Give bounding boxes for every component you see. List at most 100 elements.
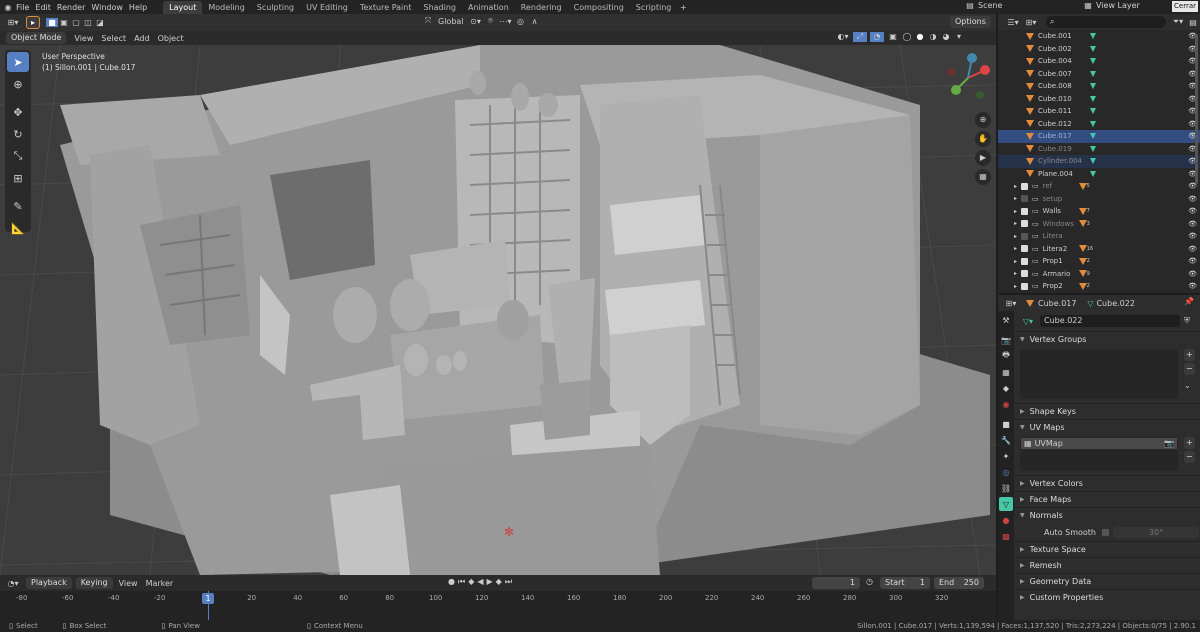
remove-uv-map-button[interactable]: − bbox=[1184, 451, 1195, 463]
expand-arrow-icon[interactable]: ▸ bbox=[1014, 258, 1017, 265]
camera-icon[interactable]: 📷 bbox=[1164, 439, 1174, 448]
visibility-eye-icon[interactable]: 👁 bbox=[1188, 270, 1197, 278]
visibility-eye-icon[interactable]: 👁 bbox=[1188, 257, 1197, 265]
next-key-icon[interactable]: ◆ bbox=[496, 577, 502, 587]
auto-smooth-angle-field[interactable]: 30° bbox=[1113, 526, 1199, 538]
collection-checkbox[interactable] bbox=[1021, 195, 1029, 203]
add-workspace-icon[interactable]: + bbox=[677, 3, 689, 12]
shading-wireframe-icon[interactable]: ◯ bbox=[902, 32, 912, 42]
outliner-editor-icon[interactable]: ☰▾ bbox=[1004, 18, 1022, 27]
texture-tab-icon[interactable]: ▩ bbox=[999, 529, 1013, 543]
outliner-row[interactable]: ▸ ▭ Walls 7 👁 bbox=[998, 205, 1200, 218]
expand-arrow-icon[interactable]: ▸ bbox=[1014, 283, 1017, 290]
new-collection-icon[interactable]: ▤ bbox=[1186, 18, 1200, 27]
uv-map-list[interactable]: ▦ UVMap 📷 bbox=[1020, 437, 1178, 471]
mesh-data-icon[interactable] bbox=[1090, 70, 1096, 77]
mesh-data-icon[interactable] bbox=[1090, 120, 1096, 127]
record-icon[interactable]: ● bbox=[448, 577, 455, 587]
output-tab-icon[interactable]: 🖶 bbox=[999, 349, 1013, 363]
menu-help[interactable]: Help bbox=[129, 3, 147, 12]
view-layer-selector[interactable]: View Layer bbox=[1096, 1, 1140, 10]
proportional-edit-icon[interactable]: ◎ bbox=[514, 17, 528, 26]
outliner-row[interactable]: Cylinder.004 👁 bbox=[998, 155, 1200, 168]
filter-icon[interactable]: ⏷▾ bbox=[1170, 17, 1186, 27]
scene-selector[interactable]: Scene bbox=[978, 1, 1002, 10]
outliner-row[interactable]: Cube.007 👁 bbox=[998, 68, 1200, 81]
timeline-editor-icon[interactable]: ◔▾ bbox=[4, 579, 22, 588]
shading-solid-icon[interactable]: ● bbox=[915, 32, 925, 42]
jump-end-icon[interactable]: ⏭ bbox=[505, 577, 512, 587]
uv-map-item[interactable]: ▦ UVMap 📷 bbox=[1021, 438, 1177, 449]
breadcrumb-object[interactable]: Cube.017 bbox=[1038, 299, 1076, 308]
pivot-point-icon[interactable]: ⊙▾ bbox=[468, 17, 484, 26]
expand-arrow-icon[interactable]: ▸ bbox=[1014, 220, 1017, 227]
outliner-row[interactable]: Cube.017 👁 bbox=[998, 130, 1200, 143]
timeline-view-menu[interactable]: View bbox=[119, 579, 138, 588]
panel-shape-keys[interactable]: ▶ Shape Keys bbox=[1014, 404, 1200, 419]
add-menu[interactable]: Add bbox=[134, 34, 150, 43]
shading-options-icon[interactable]: ▾ bbox=[954, 32, 964, 42]
visibility-eye-icon[interactable]: 👁 bbox=[1188, 232, 1197, 240]
panel-uv-maps[interactable]: ▼ UV Maps bbox=[1014, 420, 1200, 435]
proportional-falloff-icon[interactable]: ∧ bbox=[528, 17, 542, 26]
collection-checkbox[interactable] bbox=[1021, 220, 1029, 228]
panel-vertex-colors[interactable]: ▶ Vertex Colors bbox=[1014, 476, 1200, 491]
start-frame-field[interactable]: 1 bbox=[920, 577, 925, 589]
clock-icon[interactable]: ◷ bbox=[866, 577, 873, 586]
tab-animation[interactable]: Animation bbox=[462, 1, 515, 14]
outliner-row[interactable]: Cube.012 👁 bbox=[998, 118, 1200, 131]
frame-ruler[interactable]: -80-60-40-201204060801001201401601802002… bbox=[0, 594, 996, 604]
camera-view-icon[interactable]: ▶ bbox=[975, 150, 991, 166]
breadcrumb-mesh[interactable]: Cube.022 bbox=[1096, 299, 1134, 308]
collection-checkbox[interactable] bbox=[1021, 245, 1029, 253]
pan-hand-icon[interactable]: ✋ bbox=[975, 131, 991, 147]
tab-modeling[interactable]: Modeling bbox=[202, 1, 250, 14]
panel-normals[interactable]: ▼ Normals bbox=[1014, 508, 1200, 523]
vertex-group-list[interactable] bbox=[1020, 349, 1178, 399]
pin-icon[interactable]: 📌 bbox=[1184, 297, 1194, 306]
mesh-data-icon[interactable] bbox=[1090, 170, 1096, 177]
jump-start-icon[interactable]: ⏮ bbox=[458, 577, 465, 587]
outliner-row[interactable]: Cube.002 👁 bbox=[998, 43, 1200, 56]
outliner[interactable]: Cube.001 👁 Cube.002 👁 Cube.004 👁 Cube.007 👁 Cube… bbox=[998, 30, 1200, 293]
panel-face-maps[interactable]: ▶ Face Maps bbox=[1014, 492, 1200, 507]
mesh-data-icon[interactable] bbox=[1090, 108, 1096, 115]
editor-type-icon[interactable]: ⊞▾ bbox=[4, 18, 22, 27]
end-frame-field[interactable]: 250 bbox=[964, 577, 979, 589]
ortho-toggle-icon[interactable]: ▦ bbox=[975, 169, 991, 185]
collection-checkbox[interactable] bbox=[1021, 232, 1029, 240]
current-frame-field[interactable]: 1 bbox=[812, 577, 860, 589]
constraints-tab-icon[interactable]: ⛓ bbox=[999, 481, 1013, 495]
tab-layout[interactable]: Layout bbox=[163, 0, 203, 14]
options-dropdown[interactable]: Options bbox=[950, 16, 991, 28]
collection-checkbox[interactable] bbox=[1021, 282, 1029, 290]
transform-orientation-icon[interactable]: ⤧ bbox=[422, 16, 434, 26]
transform-orientation-select[interactable]: Global bbox=[438, 17, 464, 26]
tab-scripting[interactable]: Scripting bbox=[630, 1, 678, 14]
mesh-data-icon[interactable] bbox=[1090, 158, 1096, 165]
visibility-eye-icon[interactable]: 👁 bbox=[1188, 195, 1197, 203]
shading-material-icon[interactable]: ◑ bbox=[928, 32, 938, 42]
mesh-data-icon[interactable] bbox=[1090, 58, 1096, 65]
axis-gizmo-icon[interactable] bbox=[940, 50, 996, 106]
object-tab-icon[interactable]: ■ bbox=[999, 417, 1013, 431]
menu-render[interactable]: Render bbox=[57, 3, 85, 12]
panel-remesh[interactable]: ▶ Remesh bbox=[1014, 558, 1200, 573]
select-box-invert-icon[interactable]: ◫ bbox=[82, 18, 94, 27]
marker-menu[interactable]: Marker bbox=[146, 579, 174, 588]
tool-tab-icon[interactable]: ⚒ bbox=[999, 313, 1013, 327]
particles-tab-icon[interactable]: ✦ bbox=[999, 449, 1013, 463]
navigation-gizmo[interactable]: ⊕ ✋ ▶ ▦ bbox=[940, 50, 996, 185]
mesh-data-icon[interactable] bbox=[1090, 83, 1096, 90]
select-box-extend-icon[interactable]: ▣ bbox=[58, 18, 70, 27]
select-tool-icon[interactable]: ➤ bbox=[7, 52, 29, 72]
play-icon[interactable]: ▶ bbox=[487, 577, 493, 587]
visibility-icon[interactable]: ◐▾ bbox=[836, 32, 850, 42]
play-reverse-icon[interactable]: ◀ bbox=[477, 577, 483, 587]
collection-checkbox[interactable] bbox=[1021, 207, 1029, 215]
panel-texture-space[interactable]: ▶ Texture Space bbox=[1014, 542, 1200, 557]
snap-icon[interactable]: ⌾ bbox=[484, 16, 498, 26]
scene-icon[interactable]: ▤ bbox=[964, 1, 976, 10]
tab-compositing[interactable]: Compositing bbox=[568, 1, 630, 14]
visibility-eye-icon[interactable]: 👁 bbox=[1188, 245, 1197, 253]
